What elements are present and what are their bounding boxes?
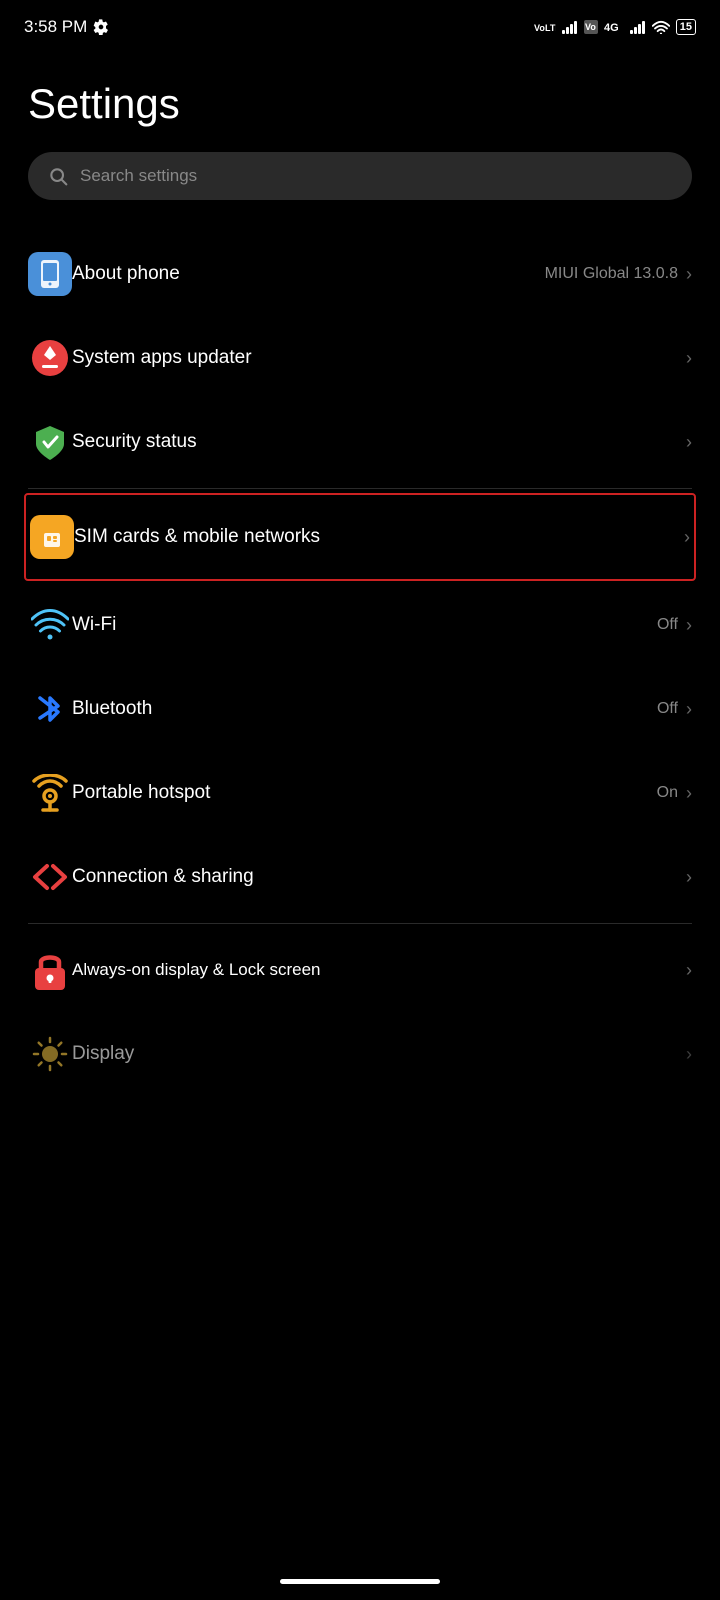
connection-icon xyxy=(28,855,72,899)
svg-text:Vo: Vo xyxy=(534,23,545,33)
search-bar[interactable]: Search settings xyxy=(28,152,692,200)
volte-icon-1: Vo LTE xyxy=(534,19,556,35)
status-time: 3:58 PM xyxy=(24,17,109,37)
wifi-value: Off xyxy=(657,616,678,634)
display-text: Display xyxy=(72,1043,686,1065)
wifi-icon xyxy=(28,603,72,647)
status-icons: Vo LTE Vo 4G xyxy=(534,19,696,35)
bluetooth-chevron: › xyxy=(686,699,692,720)
4g-icon: 4G xyxy=(604,20,624,34)
wifi-chevron: › xyxy=(686,615,692,636)
battery-indicator: 15 xyxy=(676,19,696,35)
divider-2 xyxy=(28,923,692,924)
security-status-chevron: › xyxy=(686,432,692,453)
sim-cards-text: SIM cards & mobile networks xyxy=(74,526,684,548)
wifi-status-icon xyxy=(652,20,670,34)
bottom-bar xyxy=(0,1553,720,1600)
display-chevron: › xyxy=(686,1044,692,1065)
signal-icon-2 xyxy=(630,20,646,34)
settings-item-wifi[interactable]: Wi-Fi Off › xyxy=(28,583,692,667)
about-phone-value: MIUI Global 13.0.8 xyxy=(545,265,678,283)
hotspot-value: On xyxy=(657,784,678,802)
svg-text:LTE: LTE xyxy=(545,23,556,33)
home-indicator xyxy=(280,1579,440,1584)
system-apps-updater-icon xyxy=(28,336,72,380)
divider-1 xyxy=(28,488,692,489)
settings-page: Settings Search settings About phone MIU… xyxy=(0,50,720,1096)
bluetooth-icon xyxy=(28,687,72,731)
svg-text:4G: 4G xyxy=(604,22,619,34)
always-on-display-chevron: › xyxy=(686,960,692,981)
system-apps-updater-text: System apps updater xyxy=(72,347,686,369)
gear-icon xyxy=(93,19,109,35)
search-placeholder: Search settings xyxy=(80,166,197,186)
always-on-display-text: Always-on display & Lock screen xyxy=(72,959,686,981)
about-phone-chevron: › xyxy=(686,264,692,285)
system-apps-updater-chevron: › xyxy=(686,348,692,369)
sim-cards-icon xyxy=(30,515,74,559)
settings-item-always-on-display[interactable]: Always-on display & Lock screen › xyxy=(28,928,692,1012)
bluetooth-value: Off xyxy=(657,700,678,718)
display-icon xyxy=(28,1032,72,1076)
volte-icon-2: Vo xyxy=(584,20,598,34)
search-icon xyxy=(48,166,68,186)
status-bar: 3:58 PM Vo LTE Vo 4G xyxy=(0,0,720,50)
connection-sharing-chevron: › xyxy=(686,867,692,888)
page-title: Settings xyxy=(28,80,692,128)
hotspot-text: Portable hotspot xyxy=(72,782,657,804)
sim-cards-chevron: › xyxy=(684,527,690,548)
settings-item-portable-hotspot[interactable]: Portable hotspot On › xyxy=(28,751,692,835)
security-status-icon xyxy=(28,420,72,464)
lock-icon xyxy=(28,948,72,992)
about-phone-text: About phone xyxy=(72,263,545,285)
hotspot-chevron: › xyxy=(686,783,692,804)
settings-item-sim-cards[interactable]: SIM cards & mobile networks › xyxy=(24,493,696,581)
hotspot-icon xyxy=(28,771,72,815)
settings-item-about-phone[interactable]: About phone MIUI Global 13.0.8 › xyxy=(28,232,692,316)
wifi-text: Wi-Fi xyxy=(72,614,657,636)
connection-sharing-text: Connection & sharing xyxy=(72,866,686,888)
settings-item-connection-sharing[interactable]: Connection & sharing › xyxy=(28,835,692,919)
svg-text:Vo: Vo xyxy=(585,22,596,32)
settings-item-display[interactable]: Display › xyxy=(28,1012,692,1096)
security-status-text: Security status xyxy=(72,431,686,453)
settings-item-system-apps-updater[interactable]: System apps updater › xyxy=(28,316,692,400)
bluetooth-text: Bluetooth xyxy=(72,698,657,720)
settings-item-security-status[interactable]: Security status › xyxy=(28,400,692,484)
about-phone-icon xyxy=(28,252,72,296)
signal-icon-1 xyxy=(562,20,578,34)
settings-item-bluetooth[interactable]: Bluetooth Off › xyxy=(28,667,692,751)
